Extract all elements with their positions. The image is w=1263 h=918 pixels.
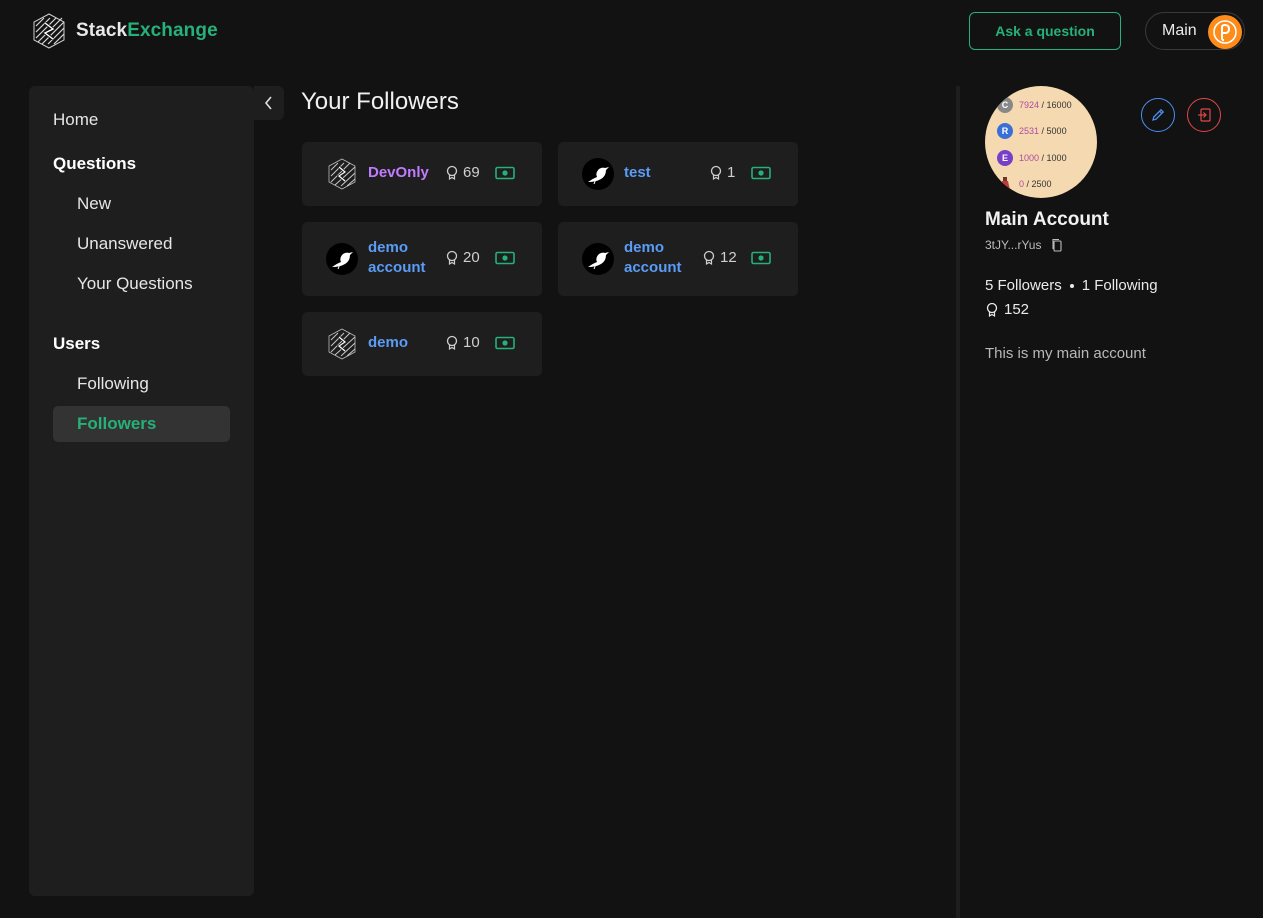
sidebar-collapse-button[interactable] — [254, 86, 284, 120]
reputation-value: 12 — [720, 249, 737, 266]
stack-logo-icon — [328, 158, 356, 190]
stackexchange-logo[interactable]: StackExchange — [30, 12, 218, 50]
sidebar-heading-users[interactable]: Users — [53, 334, 100, 354]
stat-value: 1000 — [1019, 153, 1040, 163]
polkadot-icon — [1208, 15, 1242, 49]
followers-count[interactable]: 5 Followers — [985, 277, 1062, 294]
stat-row: 0 / 2500 — [997, 176, 1052, 192]
sidebar-heading-questions[interactable]: Questions — [53, 154, 136, 174]
potion-icon — [997, 176, 1013, 192]
reputation-value: 10 — [463, 334, 480, 351]
follow-counts: 5 Followers 1 Following — [985, 277, 1158, 294]
edit-profile-button[interactable] — [1141, 98, 1175, 132]
sidebar-item-new[interactable]: New — [77, 194, 111, 214]
stat-badge: E — [997, 150, 1013, 166]
avatar — [582, 243, 614, 275]
follower-reputation: 20 — [445, 249, 480, 266]
profile-avatar: C 7924 / 16000 R 2531 / 5000 E 1000 / 10… — [985, 86, 1097, 198]
reputation-icon — [986, 302, 998, 317]
tip-money-icon[interactable] — [751, 166, 771, 180]
follower-card[interactable]: test 1 — [558, 142, 798, 206]
stat-badge: C — [997, 97, 1013, 113]
stat-max: / 2500 — [1026, 179, 1052, 189]
copy-icon[interactable] — [1051, 238, 1063, 252]
brand-stack: Stack — [76, 20, 128, 41]
follower-reputation: 12 — [702, 249, 737, 266]
follower-name[interactable]: demo — [368, 333, 438, 353]
follower-name[interactable]: demo account — [368, 238, 438, 278]
address-text: 3tJY...rYus — [985, 238, 1042, 252]
reputation-icon — [446, 335, 458, 350]
bird-icon — [332, 252, 353, 270]
bird-icon — [588, 252, 609, 270]
reputation-icon — [446, 250, 458, 265]
account-switcher-button[interactable]: Main — [1145, 12, 1245, 50]
logout-button[interactable] — [1187, 98, 1221, 132]
tip-money-icon[interactable] — [751, 251, 771, 265]
sidebar-item-home[interactable]: Home — [53, 110, 98, 130]
follower-reputation: 10 — [445, 334, 480, 351]
avatar — [582, 158, 614, 190]
stat-row: E 1000 / 1000 — [997, 150, 1067, 166]
follower-card[interactable]: DevOnly 69 — [302, 142, 542, 206]
follower-name[interactable]: test — [624, 163, 694, 183]
sidebar-item-unanswered[interactable]: Unanswered — [77, 234, 172, 254]
brand-name: StackExchange — [76, 20, 218, 42]
logout-icon — [1198, 108, 1211, 122]
sidebar-item-your-questions[interactable]: Your Questions — [77, 274, 193, 294]
sidebar: Home Questions New Unanswered Your Quest… — [29, 86, 254, 896]
stat-badge: R — [997, 123, 1013, 139]
header: StackExchange Ask a question Main — [0, 0, 1263, 62]
stat-value: 7924 — [1019, 100, 1040, 110]
reputation-value: 20 — [463, 249, 480, 266]
tip-money-icon[interactable] — [495, 251, 515, 265]
stack-logo-icon — [328, 328, 356, 360]
reputation-value: 69 — [463, 164, 480, 181]
stat-row: C 7924 / 16000 — [997, 97, 1072, 113]
profile-name: Main Account — [985, 209, 1109, 230]
follower-card[interactable]: demo account 12 — [558, 222, 798, 296]
follower-card[interactable]: demo account 20 — [302, 222, 542, 296]
sidebar-item-following[interactable]: Following — [77, 374, 149, 394]
separator-dot — [1069, 283, 1074, 288]
avatar — [326, 158, 358, 190]
follower-card[interactable]: demo 10 — [302, 312, 542, 376]
stat-value: 0 — [1019, 179, 1025, 189]
profile-bio: This is my main account — [985, 345, 1146, 362]
pencil-icon — [1152, 108, 1165, 121]
reputation-icon — [703, 250, 715, 265]
reputation-value: 1 — [727, 164, 736, 181]
avatar — [326, 243, 358, 275]
brand-exchange: Exchange — [127, 20, 218, 41]
following-count[interactable]: 1 Following — [1082, 277, 1158, 294]
account-label: Main — [1162, 22, 1197, 39]
avatar — [326, 328, 358, 360]
bird-icon — [588, 167, 609, 185]
ask-question-button[interactable]: Ask a question — [969, 12, 1121, 50]
stat-row: R 2531 / 5000 — [997, 123, 1067, 139]
profile-reputation: 152 — [985, 301, 1029, 318]
sidebar-item-followers[interactable]: Followers — [53, 406, 230, 442]
reputation-icon — [710, 165, 722, 180]
follower-reputation: 69 — [445, 164, 480, 181]
tip-money-icon[interactable] — [495, 166, 515, 180]
reputation-value: 152 — [1004, 301, 1030, 318]
reputation-icon — [446, 165, 458, 180]
panel-divider — [956, 86, 960, 918]
tip-money-icon[interactable] — [495, 336, 515, 350]
follower-name[interactable]: DevOnly — [368, 163, 438, 183]
profile-address: 3tJY...rYus — [985, 238, 1063, 252]
stat-max: / 1000 — [1041, 153, 1067, 163]
page-title: Your Followers — [301, 88, 459, 115]
stat-value: 2531 — [1019, 126, 1040, 136]
stat-max: / 5000 — [1041, 126, 1067, 136]
follower-reputation: 1 — [709, 164, 735, 181]
chevron-left-icon — [264, 96, 272, 110]
stat-max: / 16000 — [1041, 100, 1072, 110]
follower-name[interactable]: demo account — [624, 238, 694, 278]
stack-logo-icon — [33, 13, 65, 49]
